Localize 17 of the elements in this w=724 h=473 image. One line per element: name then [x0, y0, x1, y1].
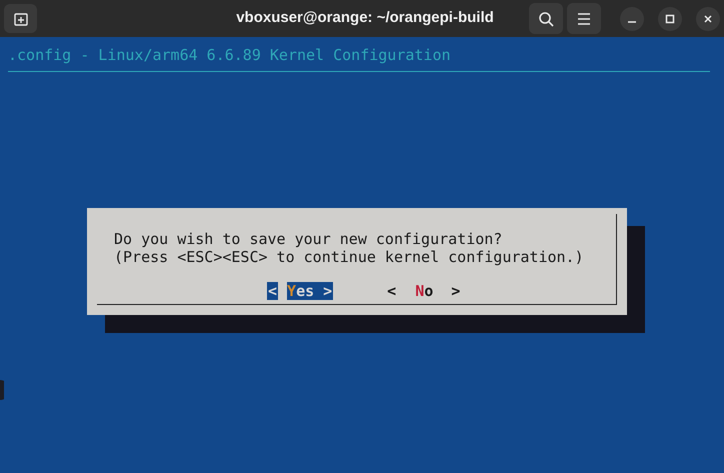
new-tab-icon — [14, 12, 28, 26]
maximize-icon — [665, 14, 675, 24]
menu-button[interactable] — [567, 3, 601, 34]
dialog-text: (Press <ESC><ESC> to continue kernel configuration.) — [114, 248, 585, 266]
new-tab-button[interactable] — [4, 4, 37, 33]
window-title: vboxuser@orange: ~/orangepi-build — [235, 8, 495, 28]
dialog-text: Do you wish to save your new configuration? — [114, 230, 504, 248]
terminal-header: .config - Linux/arm64 6.6.89 Kernel Configuration — [8, 46, 451, 64]
close-button[interactable] — [696, 6, 720, 30]
maximize-button[interactable] — [658, 6, 682, 30]
close-icon — [703, 14, 713, 24]
menu-icon — [577, 12, 591, 24]
dialog-button[interactable]: < No > — [386, 282, 460, 300]
minimize-icon — [628, 20, 636, 22]
minimize-button[interactable] — [620, 6, 644, 30]
search-icon — [538, 10, 554, 26]
search-button[interactable] — [529, 3, 563, 34]
